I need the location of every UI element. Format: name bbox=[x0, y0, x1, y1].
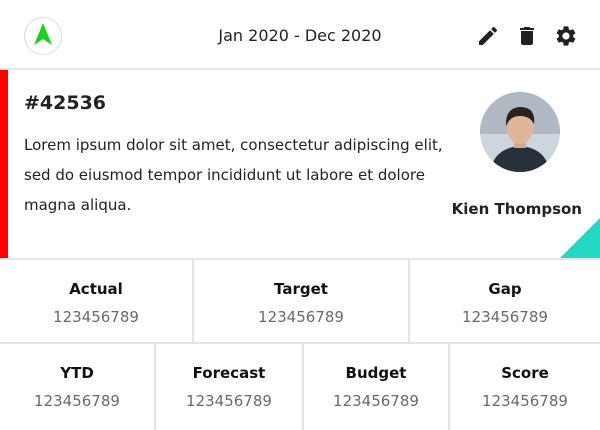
stat-value: 123456789 bbox=[258, 308, 344, 326]
stat-value: 123456789 bbox=[482, 392, 568, 410]
stat-label: Forecast bbox=[192, 364, 266, 382]
stat-value: 123456789 bbox=[186, 392, 272, 410]
priority-bar bbox=[0, 70, 8, 258]
gear-icon[interactable] bbox=[554, 24, 578, 48]
stat-value: 123456789 bbox=[53, 308, 139, 326]
stat-label: Target bbox=[274, 280, 328, 298]
stat-label: YTD bbox=[60, 364, 94, 382]
trash-icon[interactable] bbox=[515, 24, 539, 48]
person-name: Kien Thompson bbox=[451, 200, 582, 218]
stat-ytd: YTD 123456789 bbox=[0, 344, 156, 430]
date-range: Jan 2020 - Dec 2020 bbox=[218, 26, 382, 45]
stat-value: 123456789 bbox=[462, 308, 548, 326]
stat-score: Score 123456789 bbox=[450, 344, 600, 430]
stat-target: Target 123456789 bbox=[194, 260, 410, 342]
stat-label: Gap bbox=[488, 280, 522, 298]
stat-value: 123456789 bbox=[34, 392, 120, 410]
stat-label: Budget bbox=[345, 364, 407, 382]
stats-row-secondary: YTD 123456789 Forecast 123456789 Budget … bbox=[0, 344, 600, 430]
stat-budget: Budget 123456789 bbox=[304, 344, 450, 430]
ticket-card: #42536 Lorem ipsum dolor sit amet, conse… bbox=[0, 70, 600, 260]
stat-actual: Actual 123456789 bbox=[0, 260, 194, 342]
stat-label: Score bbox=[501, 364, 549, 382]
stat-value: 123456789 bbox=[333, 392, 419, 410]
stat-forecast: Forecast 123456789 bbox=[156, 344, 304, 430]
stat-label: Actual bbox=[69, 280, 123, 298]
stats-row-primary: Actual 123456789 Target 123456789 Gap 12… bbox=[0, 260, 600, 344]
corner-triangle bbox=[560, 218, 600, 258]
avatar[interactable] bbox=[480, 92, 560, 172]
header: Jan 2020 - Dec 2020 bbox=[0, 0, 600, 70]
stat-gap: Gap 123456789 bbox=[410, 260, 600, 342]
ticket-id: #42536 bbox=[24, 92, 107, 114]
pencil-icon[interactable] bbox=[476, 24, 500, 48]
ticket-description: Lorem ipsum dolor sit amet, consectetur … bbox=[24, 136, 443, 214]
